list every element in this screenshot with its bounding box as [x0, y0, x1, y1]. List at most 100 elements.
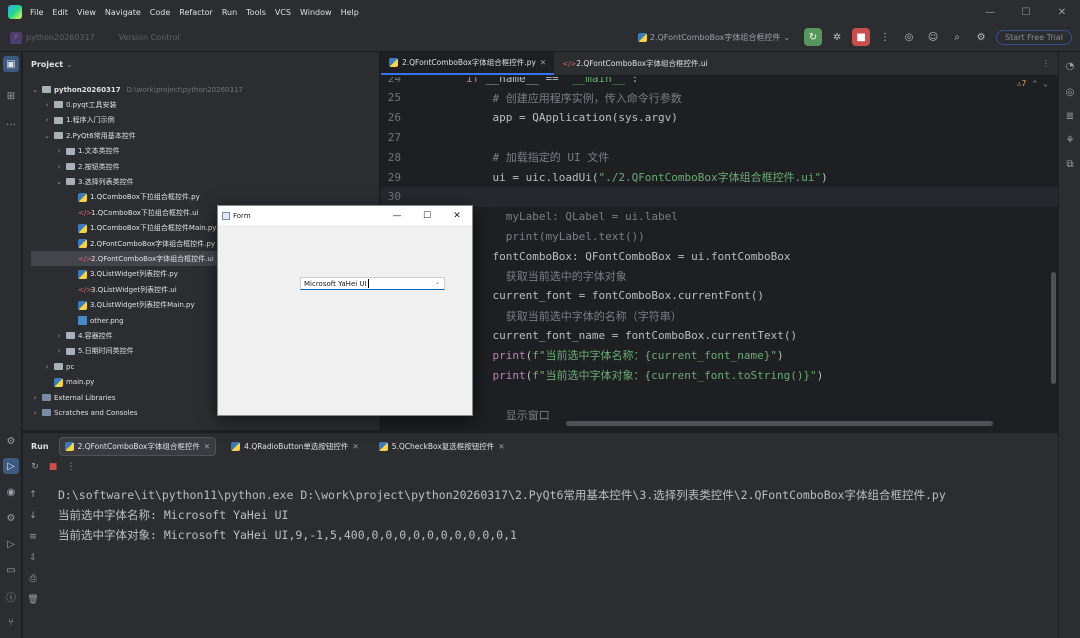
python-packages-icon[interactable]: ⚙ [3, 433, 19, 449]
database-icon[interactable]: ≣ [1062, 108, 1078, 124]
sciview-icon[interactable]: ⚘ [1062, 132, 1078, 148]
problems-icon[interactable]: ▷ [3, 536, 19, 552]
services-icon[interactable]: ⚙ [3, 510, 19, 526]
minimize-icon[interactable]: — [972, 0, 1008, 24]
project-widget[interactable]: P python20260317 Version Control [10, 31, 180, 44]
run-config-selector[interactable]: 2.QFontComboBox字体组合框控件 ⌄ [637, 32, 790, 43]
tree-item[interactable]: 1.QComboBox下拉组合框控件.py [67, 190, 200, 205]
run-tool-icon[interactable]: ▷ [3, 458, 19, 474]
tree-item[interactable]: ⌄ 3.选择列表类控件 [55, 174, 134, 189]
debug-icon[interactable]: ✲ [828, 28, 846, 46]
menu-vcs[interactable]: VCS [275, 8, 291, 17]
menu-help[interactable]: Help [341, 8, 359, 17]
account-icon[interactable]: ☺ [924, 28, 942, 46]
menu-navigate[interactable]: Navigate [105, 8, 141, 17]
tree-item[interactable]: 1.QComboBox下拉组合框控件Main.py [67, 221, 216, 236]
menu-view[interactable]: View [77, 8, 96, 17]
chevron-right-icon[interactable]: › [55, 332, 63, 340]
vcs-widget[interactable]: Version Control [119, 33, 180, 42]
chevron-right-icon[interactable]: › [31, 394, 39, 402]
rerun-icon[interactable]: ↻ [29, 461, 41, 473]
menu-code[interactable]: Code [150, 8, 170, 17]
close-icon[interactable]: ✕ [1044, 0, 1080, 24]
chevron-right-icon[interactable]: › [55, 163, 63, 171]
rerun-button[interactable]: ↻ [804, 28, 823, 46]
settings-icon[interactable]: ⚙ [972, 28, 990, 46]
chevron-down-icon[interactable]: ⌄ [435, 279, 440, 286]
maximize-icon[interactable]: ☐ [412, 206, 442, 225]
more-options-icon[interactable]: ⋮ [65, 461, 77, 473]
menu-edit[interactable]: Edit [52, 8, 68, 17]
horizontal-scrollbar[interactable] [566, 421, 993, 426]
chevron-down-icon[interactable]: ⌄ [31, 86, 39, 94]
vertical-scrollbar[interactable] [1051, 272, 1056, 384]
menu-run[interactable]: Run [222, 8, 237, 17]
tree-item[interactable]: ⌄ 2.PyQt6常用基本控件 [43, 128, 136, 143]
search-icon[interactable]: ⌕ [948, 28, 966, 46]
tree-item[interactable]: </> 2.QFontComboBox字体组合框控件.ui [31, 251, 231, 267]
stop-button[interactable]: ■ [852, 28, 871, 46]
project-panel-header[interactable]: Project ⌄ [23, 52, 379, 76]
font-combo-box[interactable]: Microsoft YaHei UI ⌄ [300, 277, 445, 290]
tree-item[interactable]: › 0.pyqt工具安装 [43, 97, 117, 112]
code-area[interactable]: ⚠7 ⌃ ⌄ 24 if __name__ == '__main__': 25 # … [381, 77, 1058, 430]
chevron-down-icon[interactable]: ⌄ [43, 132, 51, 140]
tree-item[interactable]: › Scratches and Consoles [31, 405, 138, 420]
maximize-icon[interactable]: ☐ [1008, 0, 1044, 24]
run-tab-checkbox[interactable]: 5.QCheckBox复选框按钮控件 ✕ [374, 438, 510, 455]
run-tab-radiobutton[interactable]: 4.QRadioButton单选按钮控件 ✕ [226, 438, 364, 455]
minimize-icon[interactable]: — [382, 206, 412, 225]
trash-icon[interactable]: 🗑 [27, 594, 39, 606]
close-icon[interactable]: ✕ [442, 206, 472, 225]
python-console-icon[interactable]: ◉ [3, 484, 19, 500]
close-tab-icon[interactable]: ✕ [204, 442, 210, 451]
close-tab-icon[interactable]: ✕ [540, 58, 546, 67]
more-tools-icon[interactable]: … [3, 114, 19, 130]
start-trial-button[interactable]: Start Free Trial [996, 29, 1072, 45]
problems-icon-2[interactable]: ⓘ [3, 588, 19, 604]
tree-item[interactable]: › 4.容器控件 [55, 328, 113, 343]
tree-item[interactable]: › 5.日期时间类控件 [55, 344, 134, 359]
scroll-to-end-icon[interactable]: ⇩ [27, 552, 39, 564]
tree-item[interactable]: </> 1.QComboBox下拉组合框控件.ui [67, 205, 199, 220]
tree-item[interactable]: › External Libraries [31, 390, 116, 405]
tab-options-icon[interactable]: ⋮ [1034, 52, 1058, 75]
git-icon[interactable]: ⑂ [3, 614, 19, 630]
menu-tools[interactable]: Tools [246, 8, 266, 17]
tree-item[interactable]: › 2.按钮类控件 [55, 159, 120, 174]
run-tab-fontcombobox[interactable]: 2.QFontComboBox字体组合框控件 ✕ [58, 436, 217, 456]
chevron-right-icon[interactable]: › [31, 409, 39, 417]
chevron-right-icon[interactable]: › [55, 347, 63, 355]
tree-item[interactable]: </> 3.QListWidget列表控件.ui [67, 282, 177, 297]
print-icon[interactable]: ⎙ [27, 573, 39, 585]
terminal-icon[interactable]: ▭ [3, 562, 19, 578]
tab-ui-file[interactable]: </> 2.QFontComboBox字体组合框控件.ui [554, 52, 716, 75]
tree-item[interactable]: › pc [43, 359, 75, 374]
ai-assistant-icon[interactable]: ◎ [900, 28, 918, 46]
tree-item[interactable]: 2.QFontComboBox字体组合框控件.py [67, 236, 215, 251]
tree-item[interactable]: 3.QListWidget列表控件.py [67, 267, 178, 282]
stop-icon[interactable]: ■ [47, 461, 59, 473]
tree-item[interactable]: other.png [67, 313, 124, 328]
chevron-right-icon[interactable]: › [43, 101, 51, 109]
tab-py-file[interactable]: 2.QFontComboBox字体组合框控件.py ✕ [381, 52, 555, 75]
chevron-right-icon[interactable]: › [43, 363, 51, 371]
structure-tool-icon[interactable]: ⊞ [3, 88, 19, 104]
menu-file[interactable]: File [30, 8, 43, 17]
chevron-right-icon[interactable]: › [55, 147, 63, 155]
form-title-bar[interactable]: Form — ☐ ✕ [218, 206, 472, 225]
menu-refactor[interactable]: Refactor [179, 8, 213, 17]
soft-wrap-icon[interactable]: ≡ [27, 531, 39, 543]
tree-item[interactable]: ⌄ python20260317 D:\work\project\python202… [31, 82, 243, 97]
tree-item[interactable]: 3.QListWidget列表控件Main.py [67, 298, 195, 313]
close-tab-icon[interactable]: ✕ [352, 442, 358, 451]
tree-item[interactable]: main.py [43, 375, 94, 390]
notifications-icon[interactable]: ◔ [1062, 58, 1078, 74]
project-tool-icon[interactable]: ▣ [3, 56, 19, 72]
chevron-down-icon[interactable]: ⌄ [55, 178, 63, 186]
chevron-right-icon[interactable]: › [43, 116, 51, 124]
console-output[interactable]: D:\software\it\python11\python.exe D:\wo… [58, 485, 946, 545]
tree-item[interactable]: › 1.文本类控件 [55, 144, 120, 159]
menu-window[interactable]: Window [300, 8, 332, 17]
more-actions-icon[interactable]: ⋮ [876, 28, 894, 46]
